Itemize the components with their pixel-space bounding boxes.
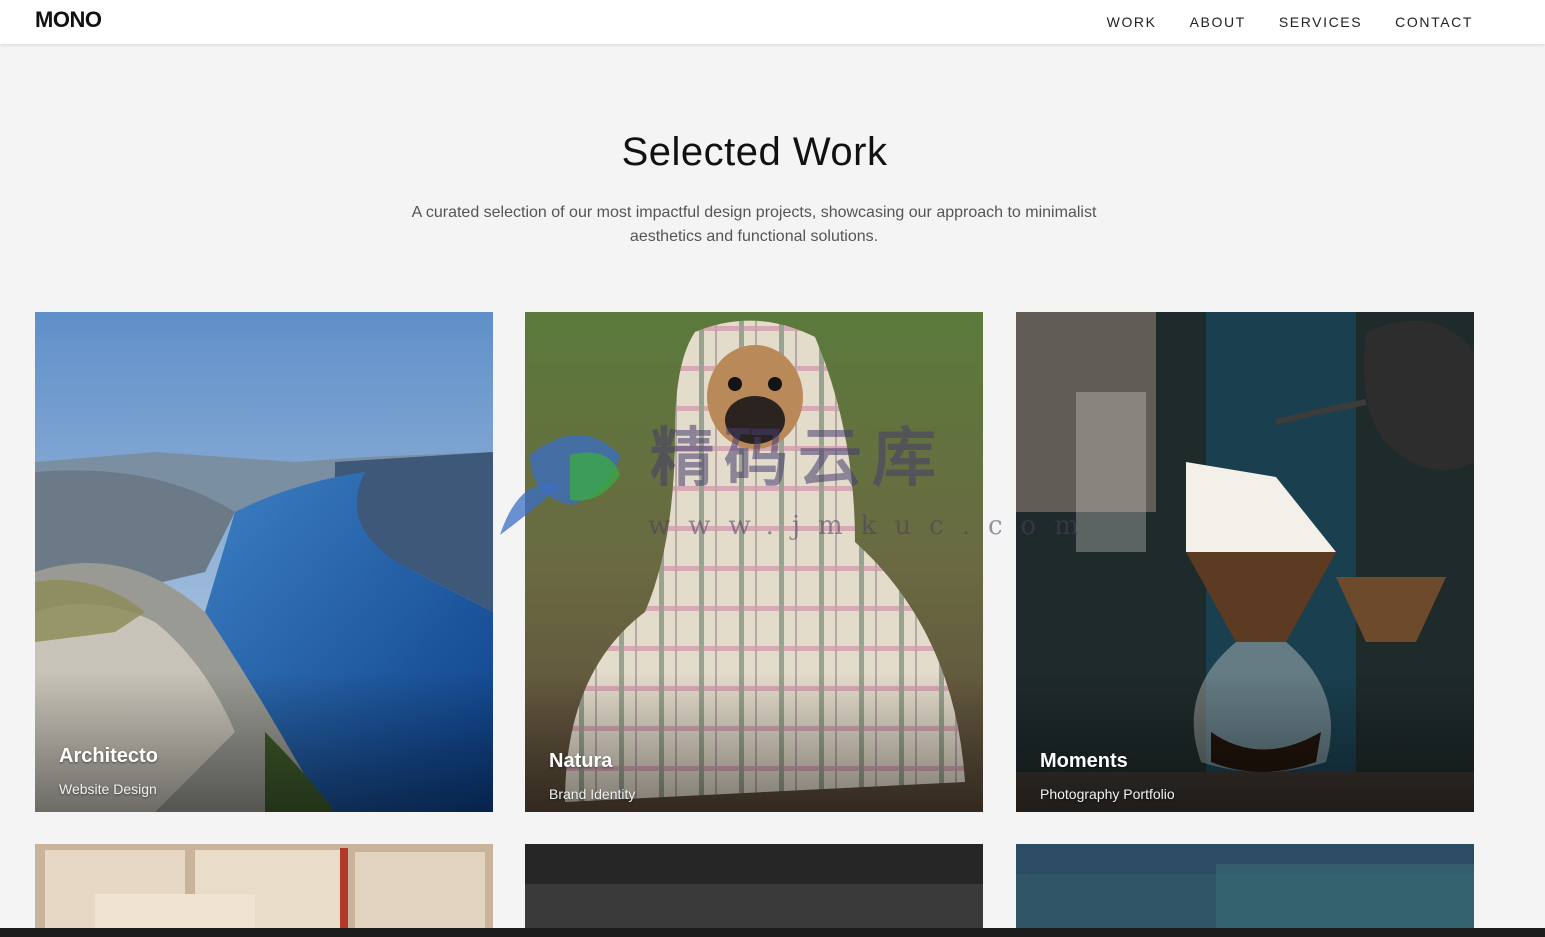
open-books-image [35, 844, 493, 928]
bottom-edge [0, 928, 1545, 937]
project-title: Architecto [59, 745, 158, 767]
page-title: Selected Work [621, 130, 888, 174]
project-category: Photography Portfolio [1040, 786, 1175, 802]
teal-texture-image [1016, 844, 1474, 928]
project-card-texture[interactable] [1016, 844, 1474, 928]
site-logo[interactable]: MONO [35, 7, 102, 33]
project-card-moments[interactable]: Moments Photography Portfolio [1016, 312, 1474, 812]
nav-link-about[interactable]: ABOUT [1190, 14, 1246, 30]
project-card-natura[interactable]: Natura Brand Identity [525, 312, 983, 812]
nav-link-contact[interactable]: CONTACT [1395, 14, 1473, 30]
project-category: Website Design [59, 781, 157, 797]
page-description: A curated selection of our most impactfu… [411, 204, 1097, 245]
nav-link-work[interactable]: WORK [1107, 14, 1157, 30]
project-title: Moments [1040, 750, 1128, 772]
main-nav: WORK ABOUT SERVICES CONTACT [1107, 0, 1473, 44]
signage-image [525, 844, 983, 928]
project-card-signage[interactable] [525, 844, 983, 928]
nav-link-services[interactable]: SERVICES [1279, 14, 1362, 30]
site-header: MONO WORK ABOUT SERVICES CONTACT [0, 0, 1545, 44]
project-category: Brand Identity [549, 786, 636, 802]
project-title: Natura [549, 750, 613, 772]
project-card-books[interactable] [35, 844, 493, 928]
project-card-architecto[interactable]: Architecto Website Design [35, 312, 493, 812]
